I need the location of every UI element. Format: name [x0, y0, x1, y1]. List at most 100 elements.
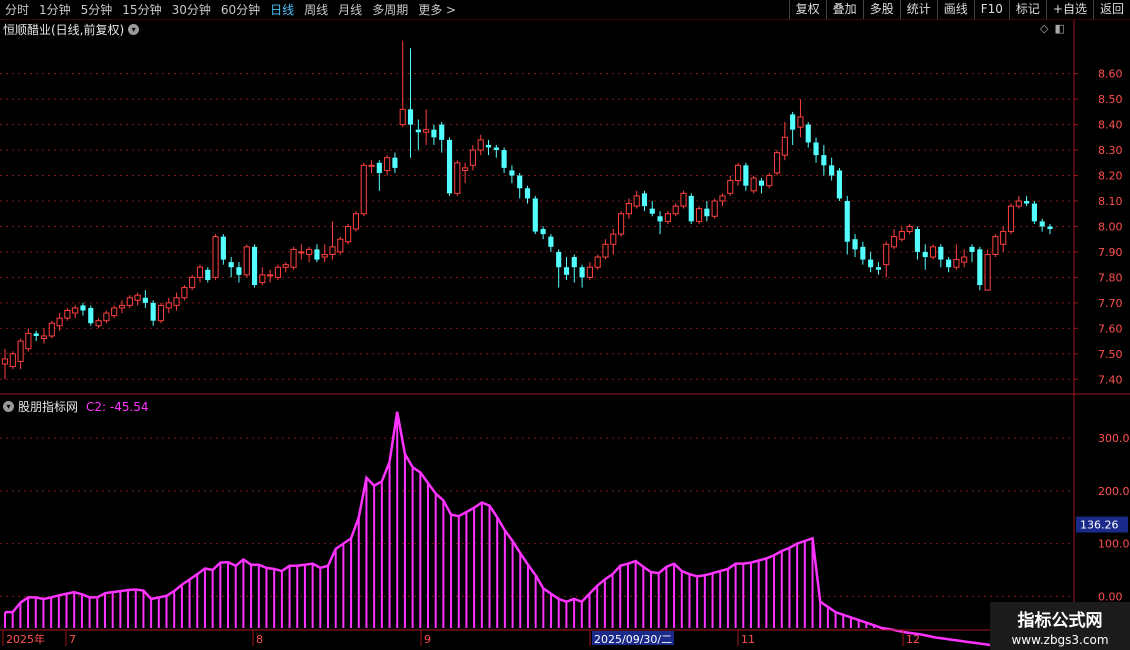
candle-down — [704, 208, 710, 217]
candle-up — [274, 266, 282, 278]
candle-up — [134, 294, 141, 301]
candle-up — [189, 276, 196, 289]
candle-down — [33, 333, 39, 336]
watermark: 指标公式网 www.zbgs3.com — [990, 602, 1130, 650]
date-label: 7 — [69, 633, 76, 646]
price-tick-label: 8.60 — [1098, 68, 1123, 81]
candle-up — [165, 302, 172, 309]
candle-down — [439, 124, 445, 140]
watermark-title: 指标公式网 — [1017, 610, 1103, 631]
candle-down — [220, 236, 226, 260]
candle-up — [797, 116, 804, 128]
candle-up — [298, 251, 305, 254]
candle-down — [88, 307, 94, 324]
candle-down — [517, 175, 523, 189]
candle-up — [1007, 205, 1015, 233]
candle-down — [556, 251, 562, 268]
candle-up — [56, 317, 63, 327]
price-tick-label: 7.50 — [1098, 348, 1123, 361]
candle-down — [532, 198, 538, 232]
candle-up — [360, 164, 367, 215]
current-value-label: 136.26 — [1080, 519, 1119, 532]
candle-down — [205, 269, 211, 280]
candle-up — [126, 297, 133, 306]
candle-up — [719, 195, 726, 202]
grid-lines — [0, 73, 1074, 597]
candle-down — [875, 267, 882, 270]
candle-up — [633, 195, 640, 207]
candle-down — [236, 267, 242, 275]
price-tick-label: 8.20 — [1098, 170, 1123, 183]
candle-up — [734, 164, 742, 182]
candle-up — [345, 225, 352, 243]
candle-up — [906, 225, 913, 233]
candle-down — [836, 170, 843, 199]
candle-up — [64, 310, 71, 319]
candle-down — [407, 109, 414, 125]
indicator-tick-label: 100.0 — [1098, 538, 1130, 551]
candle-up — [267, 274, 274, 277]
indicator-tick-label: 300.0 — [1098, 432, 1130, 445]
candle-up — [695, 208, 703, 222]
candle-down — [251, 246, 258, 286]
candle-down — [790, 114, 796, 130]
date-label: 12 — [906, 633, 920, 646]
axes: 8.60 8.50 8.40 8.30 8.20 8.10 8.00 7.90 7.80 7.70… — [0, 20, 1130, 646]
candle-up — [898, 231, 905, 240]
candle-up — [1, 358, 9, 365]
candle-up — [984, 253, 991, 291]
candle-up — [181, 287, 188, 299]
date-label: 9 — [424, 633, 431, 646]
candle-up — [773, 152, 781, 174]
candle-up — [72, 307, 79, 314]
candle-down — [150, 302, 156, 321]
candle-up — [625, 203, 632, 215]
candle-up — [243, 246, 250, 276]
candle-down — [852, 239, 858, 250]
candle-up — [306, 248, 313, 255]
date-label: 8 — [256, 633, 263, 646]
candle-up — [664, 213, 671, 222]
candle-down — [844, 200, 850, 242]
price-tick-label: 8.40 — [1098, 119, 1123, 132]
candle-up — [610, 233, 617, 245]
candle-down — [758, 180, 765, 186]
candle-up — [602, 243, 609, 258]
candle-up — [17, 340, 24, 362]
candle-up — [961, 256, 968, 263]
price-tick-label: 7.90 — [1098, 246, 1123, 259]
candle-up — [594, 256, 601, 268]
candle-down — [579, 267, 585, 278]
candle-down — [977, 249, 983, 286]
candle-down — [1031, 203, 1037, 222]
candle-up — [352, 213, 360, 230]
candle-up — [781, 136, 788, 156]
candle-down — [548, 236, 554, 247]
candle-up — [337, 238, 344, 253]
candle-down — [1047, 226, 1053, 230]
candle-down — [743, 165, 749, 186]
candle-down — [142, 297, 148, 303]
candle-down — [493, 147, 499, 151]
candle-up — [469, 149, 476, 166]
candle-up — [95, 320, 102, 327]
candle-down — [80, 305, 86, 311]
indicator-bars — [4, 411, 1074, 650]
chart-canvas[interactable]: 8.60 8.50 8.40 8.30 8.20 8.10 8.00 7.90 7.80 7.70… — [0, 0, 1130, 650]
candle-down — [524, 188, 531, 199]
candle-up — [111, 307, 118, 317]
date-label: 2025年 — [6, 632, 45, 646]
candle-down — [922, 251, 928, 258]
candle-down — [376, 162, 382, 173]
candle-up — [48, 322, 55, 337]
candle-up — [329, 246, 336, 255]
candle-up — [883, 243, 890, 266]
candle-down — [446, 139, 453, 194]
candle-down — [813, 142, 819, 156]
indicator-tick-label: 200.0 — [1098, 485, 1130, 498]
candle-down — [914, 229, 920, 252]
candle-down — [688, 195, 694, 222]
candle-up — [1015, 200, 1022, 207]
price-tick-label: 7.80 — [1098, 271, 1123, 284]
candle-up — [40, 335, 48, 340]
